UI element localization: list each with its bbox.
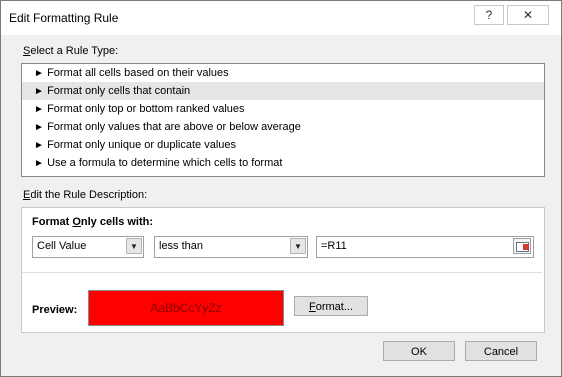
preview-sample-text: AaBbCcYyZz <box>150 301 222 315</box>
help-icon: ? <box>485 8 493 22</box>
operator-dropdown-value: less than <box>159 240 204 252</box>
ok-button[interactable]: OK <box>383 341 455 361</box>
rule-type-item-label: Format only top or bottom ranked values <box>47 103 245 115</box>
rule-description-label: Edit the Rule Description: <box>23 189 148 201</box>
help-button[interactable]: ? <box>474 5 504 25</box>
arrow-right-icon: ► <box>34 158 44 169</box>
format-preview-box: AaBbCcYyZz <box>88 290 284 326</box>
chevron-down-icon[interactable]: ▼ <box>290 238 306 254</box>
close-button[interactable]: ✕ <box>507 5 549 25</box>
preview-label: Preview: <box>32 304 78 316</box>
range-selector-arrow-icon <box>523 244 529 250</box>
rule-type-item-above-below-average[interactable]: ► Format only values that are above or b… <box>22 118 544 136</box>
edit-formatting-rule-dialog: Edit Formatting Rule ? ✕ Select a Rule T… <box>0 0 562 377</box>
cell-value-dropdown[interactable]: Cell Value ▼ <box>32 236 144 258</box>
rule-type-item-label: Use a formula to determine which cells t… <box>47 157 283 169</box>
formula-input-value: =R11 <box>321 240 347 252</box>
format-only-cells-heading: Format Only cells with: <box>32 216 154 228</box>
rule-type-item-label: Format only cells that contain <box>47 85 191 97</box>
chevron-down-icon[interactable]: ▼ <box>126 238 142 254</box>
arrow-right-icon: ► <box>34 68 44 79</box>
format-button[interactable]: Format... <box>294 296 368 316</box>
title-bar: Edit Formatting Rule ? ✕ <box>1 1 561 35</box>
cell-value-dropdown-value: Cell Value <box>37 240 87 252</box>
rule-type-item-all-cells[interactable]: ► Format all cells based on their values <box>22 64 544 82</box>
rule-type-label: Select a Rule Type: <box>23 45 119 57</box>
rule-type-item-top-bottom[interactable]: ► Format only top or bottom ranked value… <box>22 100 544 118</box>
dialog-title: Edit Formatting Rule <box>9 11 119 25</box>
operator-dropdown[interactable]: less than ▼ <box>154 236 308 258</box>
cancel-button[interactable]: Cancel <box>465 341 537 361</box>
rule-type-item-label: Format all cells based on their values <box>47 67 229 79</box>
rule-type-item-formula[interactable]: ► Use a formula to determine which cells… <box>22 154 544 172</box>
rule-type-item-unique-duplicate[interactable]: ► Format only unique or duplicate values <box>22 136 544 154</box>
rule-type-item-label: Format only values that are above or bel… <box>47 121 301 133</box>
arrow-right-icon: ► <box>34 104 44 115</box>
rule-type-item-label: Format only unique or duplicate values <box>47 139 237 151</box>
close-icon: ✕ <box>522 8 534 22</box>
rule-type-list[interactable]: ► Format all cells based on their values… <box>21 63 545 177</box>
arrow-right-icon: ► <box>34 140 44 151</box>
rule-type-item-cells-that-contain[interactable]: ► Format only cells that contain <box>22 82 544 100</box>
arrow-right-icon: ► <box>34 122 44 133</box>
range-selector-button[interactable] <box>513 238 531 254</box>
formula-input[interactable]: =R11 <box>316 236 534 258</box>
section-divider <box>22 272 542 273</box>
arrow-right-icon: ► <box>34 86 44 97</box>
rule-description-panel: Format Only cells with: Cell Value ▼ les… <box>21 207 545 333</box>
